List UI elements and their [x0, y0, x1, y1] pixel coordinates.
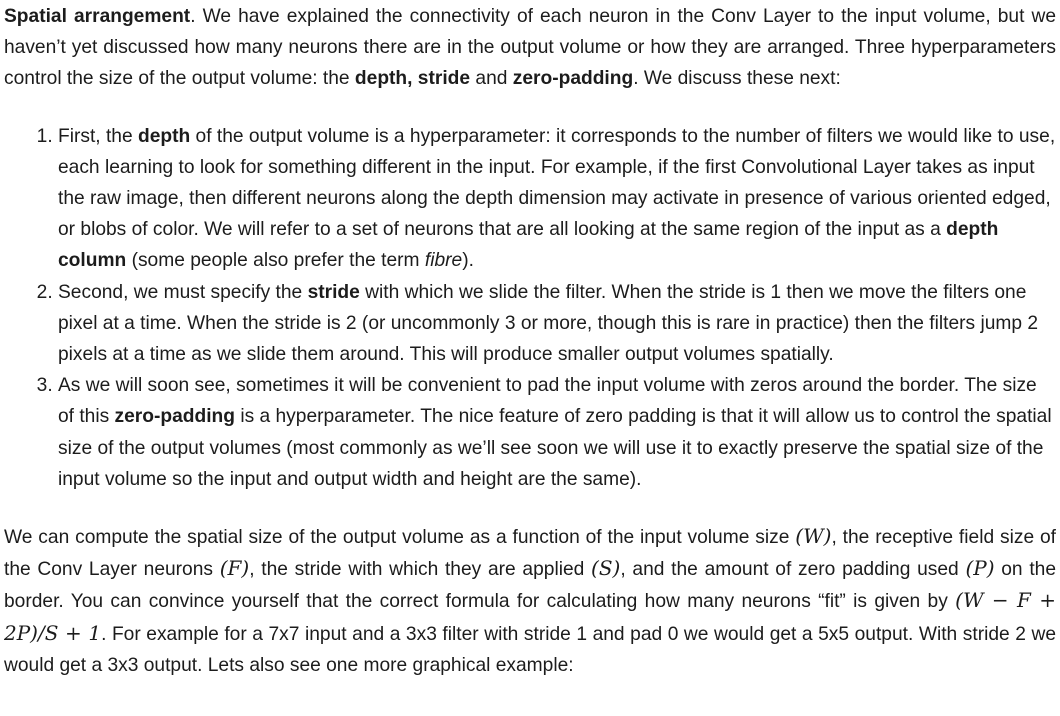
formula-paragraph: We can compute the spatial size of the o…	[4, 521, 1056, 681]
list-text: of the output volume is a hyperparameter…	[58, 125, 1056, 241]
list-item-stride: Second, we must specify the stride with …	[58, 277, 1056, 371]
intro-paragraph: Spatial arrangement. We have explained t…	[4, 1, 1056, 95]
list-text: ).	[462, 250, 474, 272]
list-text: First, the	[58, 125, 138, 147]
math-f: (F)	[219, 556, 250, 581]
bold-zero-padding-term: zero-padding	[114, 406, 235, 428]
hyperparameter-list: First, the depth of the output volume is…	[4, 121, 1056, 495]
bold-depth: depth	[137, 125, 191, 147]
para-text: , the stride with which they are applied	[249, 559, 592, 581]
list-text: (some people also prefer the term	[126, 250, 425, 272]
math-p: (P)	[965, 556, 995, 581]
article-content: Spatial arrangement. We have explained t…	[4, 1, 1056, 681]
intro-tail: . We discuss these next:	[633, 68, 841, 90]
bold-zero-padding: zero-padding	[512, 68, 634, 90]
math-w: (W)	[795, 524, 832, 549]
math-s: (S)	[591, 556, 621, 581]
para-text: We can compute the spatial size of the o…	[4, 527, 796, 549]
para-text: . For example for a 7x7 input and a 3x3 …	[4, 623, 1056, 676]
bold-stride: stride	[307, 281, 360, 303]
list-text: Second, we must specify the	[58, 281, 308, 303]
italic-fibre: fibre	[424, 250, 463, 272]
intro-and: and	[470, 68, 513, 90]
list-item-depth: First, the depth of the output volume is…	[58, 121, 1056, 277]
bold-depth-stride: depth, stride	[354, 68, 471, 90]
list-item-zero-padding: As we will soon see, sometimes it will b…	[58, 370, 1056, 495]
para-text: , and the amount of zero padding used	[620, 559, 966, 581]
section-heading: Spatial arrangement	[4, 6, 191, 27]
